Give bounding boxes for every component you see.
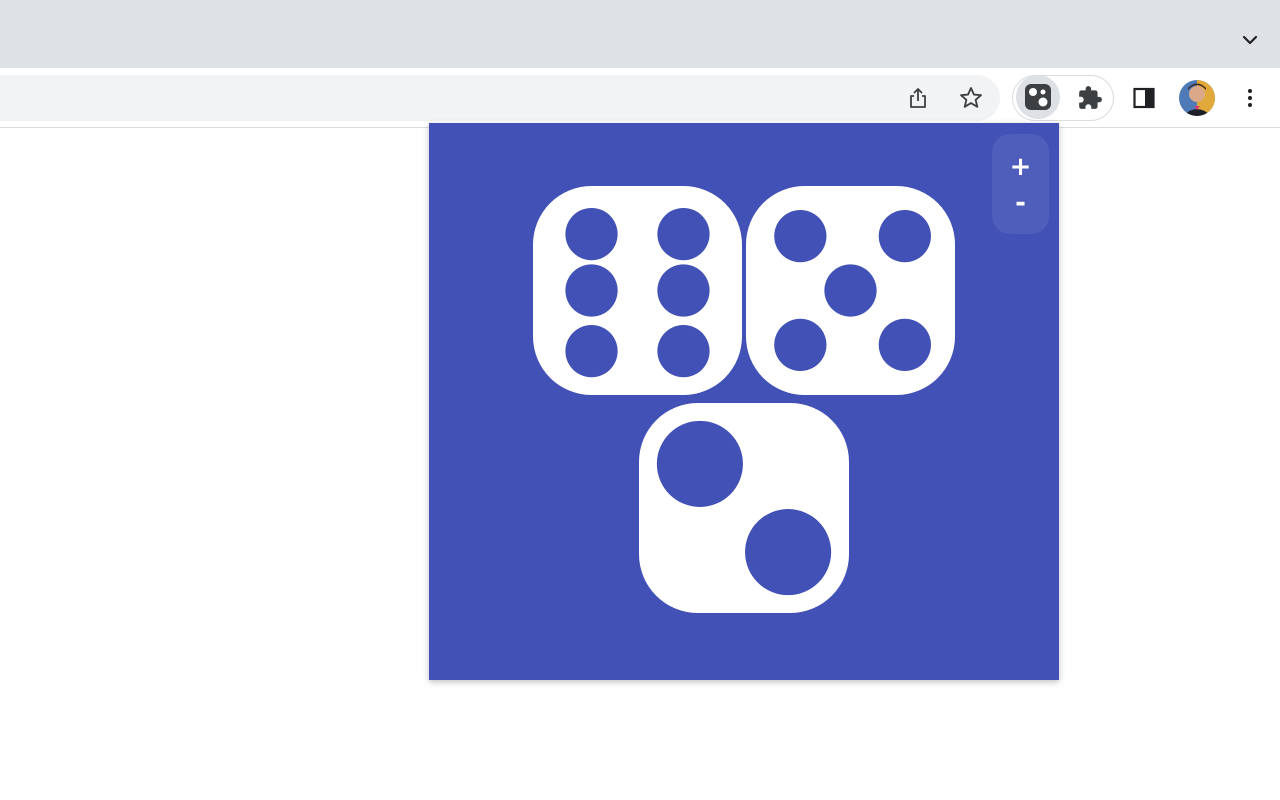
die-pip <box>657 324 710 378</box>
tab-search-button[interactable] <box>1236 26 1264 54</box>
zoom-control: + - <box>992 134 1049 234</box>
tab-strip <box>0 0 1280 68</box>
die-pip <box>565 207 618 261</box>
dice-extension-popup: + - <box>429 123 1059 680</box>
kebab-menu-icon <box>1248 89 1252 107</box>
chevron-down-icon <box>1242 35 1258 45</box>
dice-extension-button[interactable] <box>1016 75 1060 119</box>
die-pip <box>657 264 710 317</box>
die-pip <box>656 420 743 507</box>
zoom-out-button[interactable]: - <box>992 184 1049 222</box>
puzzle-icon <box>1079 86 1102 109</box>
die-six[interactable] <box>533 186 742 395</box>
die-pip <box>774 318 827 371</box>
die-pip <box>774 210 827 263</box>
side-panel-button[interactable] <box>1126 80 1162 116</box>
browser-menu-button[interactable] <box>1232 80 1268 116</box>
die-pip <box>565 264 618 317</box>
side-panel-icon <box>1133 87 1155 109</box>
extensions-button[interactable] <box>1072 80 1108 116</box>
share-icon <box>910 88 926 108</box>
die-pip <box>745 509 832 596</box>
die-pip <box>657 207 710 261</box>
die-two[interactable] <box>639 403 849 613</box>
address-bar[interactable] <box>0 75 1000 121</box>
die-pip <box>824 264 877 317</box>
dice-icon <box>1025 84 1051 110</box>
avatar[interactable] <box>1179 80 1215 116</box>
die-pip <box>878 318 931 371</box>
star-icon <box>960 87 982 108</box>
profile-avatar-icon <box>1179 80 1215 116</box>
bookmark-button[interactable] <box>953 80 989 116</box>
zoom-in-button[interactable]: + <box>992 148 1049 186</box>
share-button[interactable] <box>900 80 936 116</box>
dice-canvas <box>429 123 1059 680</box>
die-body <box>533 186 742 395</box>
die-five[interactable] <box>746 186 955 395</box>
die-pip <box>878 210 931 263</box>
die-pip <box>565 324 618 378</box>
